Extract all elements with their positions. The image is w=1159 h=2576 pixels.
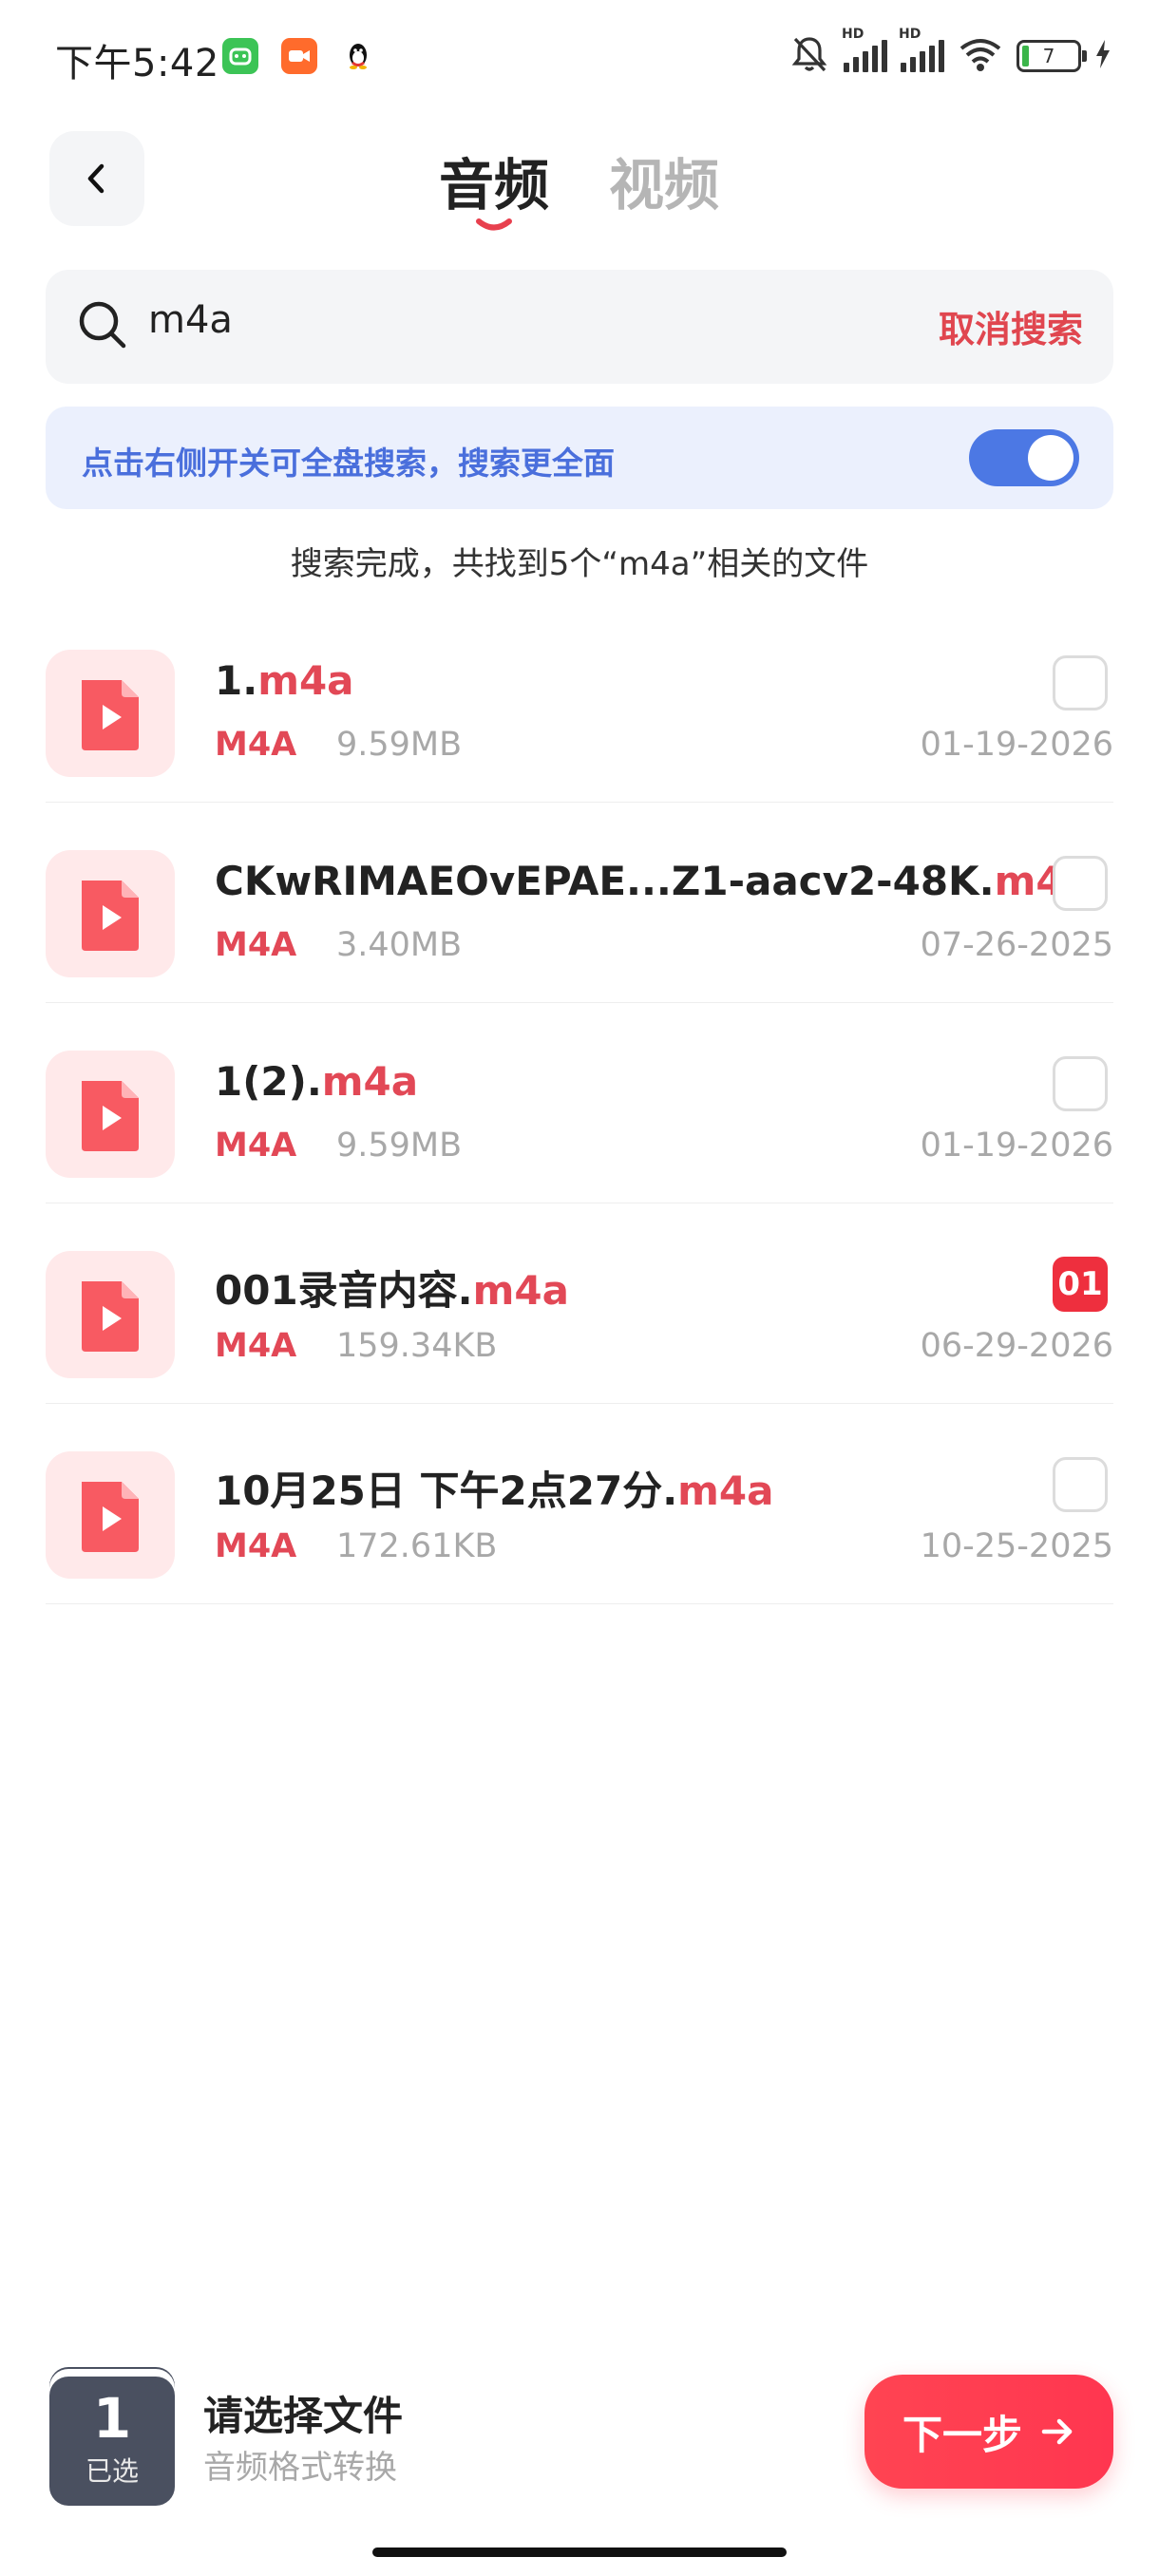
file-size: 9.59MB: [336, 726, 463, 764]
tab-audio[interactable]: 音频: [439, 141, 549, 220]
list-item[interactable]: 1(2).m4a M4A 9.59MB 01-19-2026: [46, 1003, 1113, 1203]
search-result-summary: 搜索完成，共找到5个“m4a”相关的文件: [290, 545, 869, 583]
file-type-badge: M4A: [215, 926, 297, 964]
file-size: 172.61KB: [336, 1527, 498, 1565]
file-size: 159.34KB: [336, 1327, 498, 1365]
file-checkbox[interactable]: [1053, 1056, 1108, 1111]
full-disk-search-banner: 点击右侧开关可全盘搜索，搜索更全面: [46, 407, 1113, 509]
next-step-button[interactable]: 下一步: [864, 2375, 1113, 2489]
file-size: 3.40MB: [336, 926, 463, 964]
selected-label: 已选: [85, 2455, 139, 2487]
green-robot-app-icon: [222, 38, 258, 74]
battery-icon: 7: [1016, 40, 1087, 72]
selected-files-counter[interactable]: 1 已选: [49, 2377, 175, 2506]
audio-file-icon: [46, 1251, 175, 1378]
arrow-right-icon: [1041, 2418, 1073, 2445]
bottom-subtitle: 音频格式转换: [203, 2449, 397, 2487]
full-disk-search-toggle[interactable]: [969, 429, 1079, 486]
file-date: 10-25-2025: [920, 1527, 1113, 1565]
file-checkbox[interactable]: [1053, 1457, 1108, 1512]
search-bar: m4a 取消搜索: [46, 270, 1113, 384]
audio-file-icon: [46, 1451, 175, 1579]
file-date: 01-19-2026: [920, 726, 1113, 764]
file-type-badge: M4A: [215, 1327, 297, 1365]
mute-bell-icon: [788, 33, 830, 79]
file-checkbox-selected[interactable]: 01: [1053, 1257, 1108, 1312]
file-checkbox[interactable]: [1053, 655, 1108, 710]
wifi-icon: [958, 35, 1003, 77]
bottom-title: 请选择文件: [203, 2393, 404, 2439]
status-bar: 下午5:42 HD HD 7: [0, 0, 1159, 114]
file-size: 9.59MB: [336, 1127, 463, 1165]
audio-file-icon: [46, 1051, 175, 1178]
status-time: 下午5:42: [55, 42, 219, 85]
audio-file-icon: [46, 850, 175, 977]
search-icon: [79, 301, 126, 349]
file-checkbox[interactable]: [1053, 856, 1108, 911]
list-item[interactable]: 10月25日 下午2点27分.m4a M4A 172.61KB 10-25-20…: [46, 1404, 1113, 1604]
file-name: 1(2).m4a: [215, 1058, 419, 1105]
file-date: 01-19-2026: [920, 1127, 1113, 1165]
toggle-knob: [1028, 435, 1074, 481]
active-tab-indicator: [476, 218, 512, 231]
signal-strength-icon: HD: [842, 27, 887, 72]
file-date: 06-29-2026: [920, 1327, 1113, 1365]
full-disk-search-tip: 点击右侧开关可全盘搜索，搜索更全面: [82, 445, 615, 482]
file-type-badge: M4A: [215, 726, 297, 764]
file-name: 001录音内容.m4a: [215, 1267, 569, 1314]
file-date: 07-26-2025: [920, 926, 1113, 964]
bottom-action-bar: 1 已选 请选择文件 音频格式转换 下一步: [0, 2346, 1159, 2517]
battery-level: 7: [1042, 45, 1055, 67]
search-input[interactable]: m4a: [148, 298, 233, 342]
charging-icon: [1094, 39, 1112, 73]
tab-video[interactable]: 视频: [609, 141, 719, 220]
selected-count: 1: [92, 2386, 132, 2451]
file-name: CKwRIMAEOvEPAE...Z1-aacv2-48K.m4a: [215, 858, 1091, 904]
media-tabs: 音频 视频: [0, 133, 1159, 231]
file-list: 1.m4a M4A 9.59MB 01-19-2026 CKwRIMAEOvEP…: [46, 602, 1113, 1604]
audio-file-icon: [46, 650, 175, 777]
cancel-search-button[interactable]: 取消搜索: [939, 300, 1083, 352]
file-name: 1.m4a: [215, 657, 354, 704]
file-name: 10月25日 下午2点27分.m4a: [215, 1468, 774, 1514]
list-item[interactable]: 001录音内容.m4a M4A 159.34KB 06-29-2026 01: [46, 1203, 1113, 1404]
signal-strength-icon-2: HD: [899, 27, 944, 72]
home-indicator[interactable]: [372, 2548, 787, 2557]
file-type-badge: M4A: [215, 1127, 297, 1165]
next-step-label: 下一步: [902, 2411, 1022, 2458]
list-item[interactable]: 1.m4a M4A 9.59MB 01-19-2026: [46, 602, 1113, 803]
qq-penguin-app-icon: [340, 38, 376, 74]
video-call-app-icon: [281, 38, 317, 74]
list-item[interactable]: CKwRIMAEOvEPAE...Z1-aacv2-48K.m4a M4A 3.…: [46, 803, 1113, 1003]
file-type-badge: M4A: [215, 1527, 297, 1565]
